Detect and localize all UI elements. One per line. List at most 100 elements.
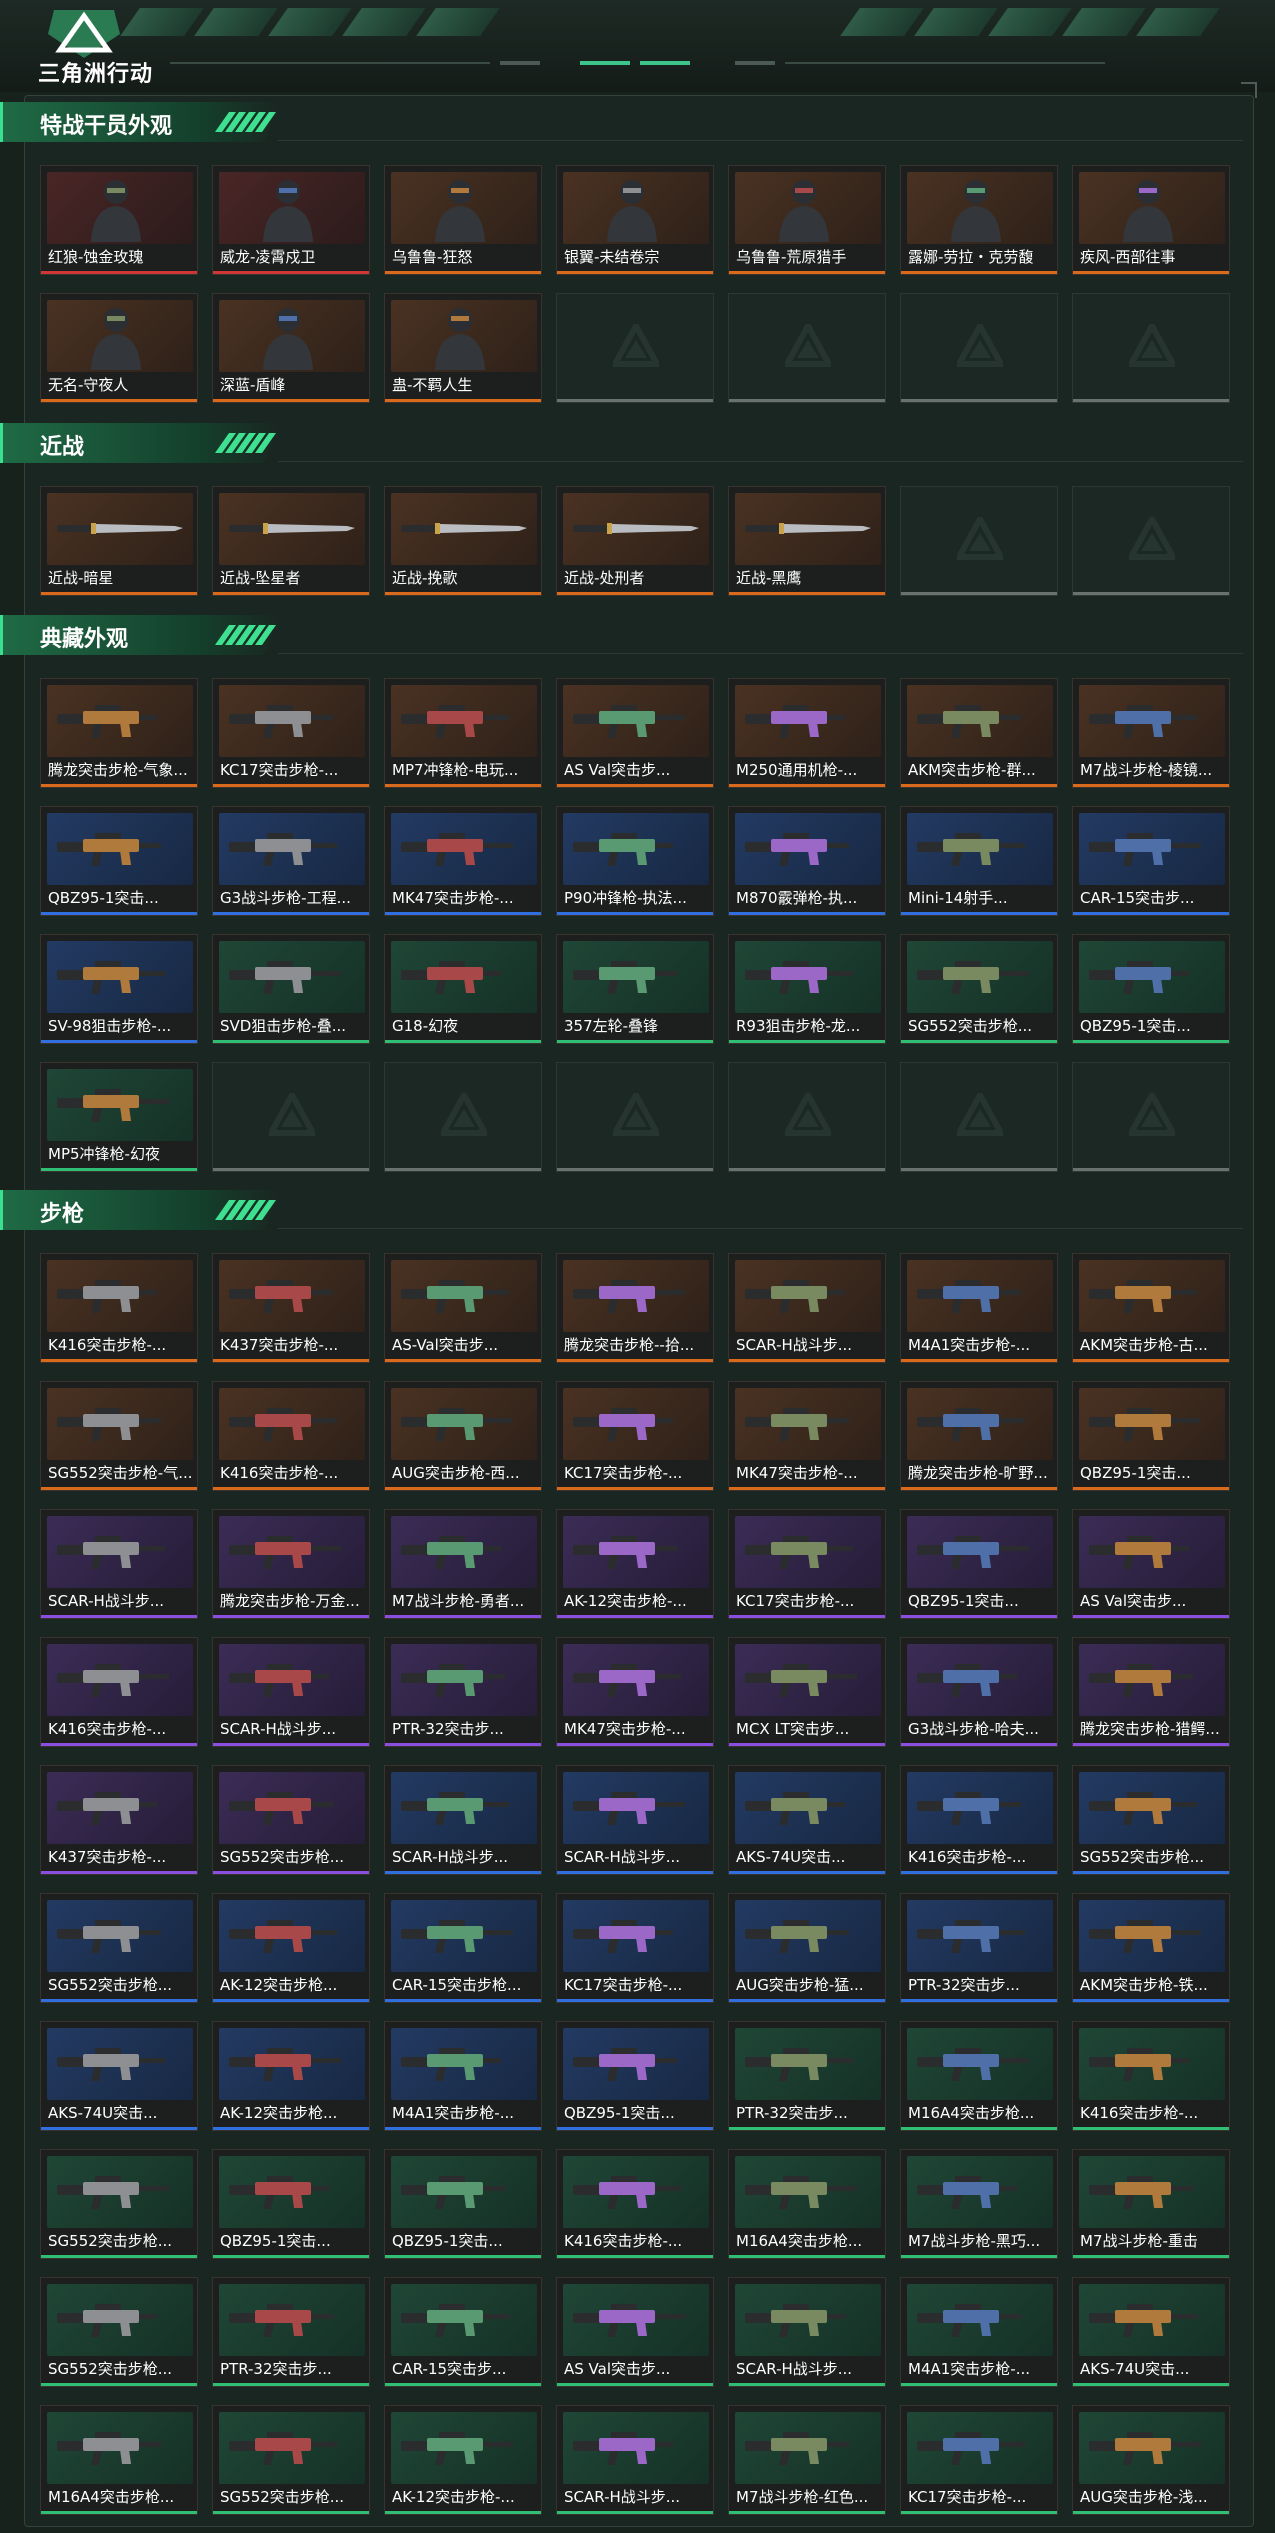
skin-card[interactable]: PTR-32突击步... — [728, 2021, 886, 2131]
skin-card[interactable]: QBZ95-1突击... — [40, 806, 198, 916]
skin-card[interactable]: MP5冲锋枪-幻夜 — [40, 1062, 198, 1172]
skin-card[interactable]: AK-12突击步枪... — [212, 1893, 370, 2003]
skin-card[interactable]: QBZ95-1突击... — [1072, 1381, 1230, 1491]
skin-card[interactable]: 深蓝-盾峰 — [212, 293, 370, 403]
skin-card[interactable]: K416突击步枪-... — [1072, 2021, 1230, 2131]
skin-card[interactable]: M7战斗步枪-棱镜... — [1072, 678, 1230, 788]
skin-card[interactable]: AUG突击步枪-浅... — [1072, 2405, 1230, 2515]
skin-card[interactable]: K416突击步枪-... — [40, 1253, 198, 1363]
skin-card[interactable]: K416突击步枪-... — [212, 1381, 370, 1491]
skin-card[interactable]: K416突击步枪-... — [900, 1765, 1058, 1875]
skin-card[interactable]: K416突击步枪-... — [556, 2149, 714, 2259]
skin-card[interactable]: AUG突击步枪-猛... — [728, 1893, 886, 2003]
skin-card[interactable]: SG552突击步枪... — [40, 1893, 198, 2003]
skin-card[interactable]: 近战-挽歌 — [384, 486, 542, 596]
skin-card[interactable]: 腾龙突击步枪-旷野... — [900, 1381, 1058, 1491]
skin-card[interactable]: Mini-14射手... — [900, 806, 1058, 916]
skin-card[interactable]: M870霰弹枪-执... — [728, 806, 886, 916]
skin-card[interactable]: CAR-15突击步... — [1072, 806, 1230, 916]
skin-card[interactable]: AK-12突击步枪... — [212, 2021, 370, 2131]
skin-card[interactable]: SCAR-H战斗步... — [384, 1765, 542, 1875]
skin-card[interactable]: SG552突击步枪-气... — [40, 1381, 198, 1491]
skin-card[interactable]: 露娜-劳拉・克劳馥 — [900, 165, 1058, 275]
skin-card[interactable]: SCAR-H战斗步... — [556, 2405, 714, 2515]
skin-card[interactable]: M4A1突击步枪-... — [384, 2021, 542, 2131]
skin-card[interactable]: AKS-74U突击... — [40, 2021, 198, 2131]
skin-card[interactable]: 357左轮-叠锋 — [556, 934, 714, 1044]
skin-card[interactable]: AK-12突击步枪-... — [556, 1509, 714, 1619]
skin-card[interactable]: 近战-黑鹰 — [728, 486, 886, 596]
skin-card[interactable]: G3战斗步枪-工程... — [212, 806, 370, 916]
skin-card[interactable]: M7战斗步枪-红色... — [728, 2405, 886, 2515]
skin-card[interactable]: SCAR-H战斗步... — [728, 2277, 886, 2387]
skin-card[interactable]: 乌鲁鲁-荒原猎手 — [728, 165, 886, 275]
skin-card[interactable]: KC17突击步枪-... — [900, 2405, 1058, 2515]
skin-card[interactable]: AUG突击步枪-西... — [384, 1381, 542, 1491]
skin-card[interactable]: SV-98狙击步枪-... — [40, 934, 198, 1044]
skin-card[interactable]: 腾龙突击步枪-气象... — [40, 678, 198, 788]
skin-card[interactable]: 红狼-蚀金玫瑰 — [40, 165, 198, 275]
skin-card[interactable]: CAR-15突击步枪... — [384, 1893, 542, 2003]
skin-card[interactable]: AS Val突击步... — [1072, 1509, 1230, 1619]
skin-card[interactable]: SCAR-H战斗步... — [556, 1765, 714, 1875]
skin-card[interactable]: AK-12突击步枪-... — [384, 2405, 542, 2515]
skin-card[interactable]: KC17突击步枪-... — [556, 1381, 714, 1491]
skin-card[interactable]: 蛊-不羁人生 — [384, 293, 542, 403]
skin-card[interactable]: M7战斗步枪-重击 — [1072, 2149, 1230, 2259]
skin-card[interactable]: M16A4突击步枪... — [40, 2405, 198, 2515]
skin-card[interactable]: MK47突击步枪-... — [384, 806, 542, 916]
skin-card[interactable]: 银翼-未结卷宗 — [556, 165, 714, 275]
skin-card[interactable]: SG552突击步枪... — [212, 1765, 370, 1875]
skin-card[interactable]: AS Val突击步... — [556, 678, 714, 788]
skin-card[interactable]: MP7冲锋枪-电玩... — [384, 678, 542, 788]
skin-card[interactable]: AKM突击步枪-古... — [1072, 1253, 1230, 1363]
skin-card[interactable]: AS Val突击步... — [556, 2277, 714, 2387]
skin-card[interactable]: QBZ95-1突击... — [384, 2149, 542, 2259]
skin-card[interactable]: M16A4突击步枪... — [900, 2021, 1058, 2131]
skin-card[interactable]: SG552突击步枪... — [900, 934, 1058, 1044]
skin-card[interactable]: M250通用机枪-... — [728, 678, 886, 788]
skin-card[interactable]: 腾龙突击步枪-猎鳄... — [1072, 1637, 1230, 1747]
skin-card[interactable]: SG552突击步枪... — [212, 2405, 370, 2515]
skin-card[interactable]: SG552突击步枪... — [40, 2277, 198, 2387]
skin-card[interactable]: SCAR-H战斗步... — [212, 1637, 370, 1747]
skin-card[interactable]: 近战-暗星 — [40, 486, 198, 596]
skin-card[interactable]: M7战斗步枪-勇者... — [384, 1509, 542, 1619]
skin-card[interactable]: M4A1突击步枪-... — [900, 1253, 1058, 1363]
skin-card[interactable]: 近战-处刑者 — [556, 486, 714, 596]
skin-card[interactable]: KC17突击步枪-... — [728, 1509, 886, 1619]
skin-card[interactable]: M16A4突击步枪... — [728, 2149, 886, 2259]
skin-card[interactable]: AKS-74U突击... — [728, 1765, 886, 1875]
skin-card[interactable]: PTR-32突击步... — [900, 1893, 1058, 2003]
skin-card[interactable]: 威龙-凌霄戍卫 — [212, 165, 370, 275]
skin-card[interactable]: SCAR-H战斗步... — [40, 1509, 198, 1619]
skin-card[interactable]: QBZ95-1突击... — [1072, 934, 1230, 1044]
skin-card[interactable]: QBZ95-1突击... — [212, 2149, 370, 2259]
skin-card[interactable]: SG552突击步枪... — [40, 2149, 198, 2259]
skin-card[interactable]: K437突击步枪-... — [212, 1253, 370, 1363]
skin-card[interactable]: 腾龙突击步枪-万金... — [212, 1509, 370, 1619]
skin-card[interactable]: MK47突击步枪-... — [728, 1381, 886, 1491]
skin-card[interactable]: QBZ95-1突击... — [556, 2021, 714, 2131]
skin-card[interactable]: 无名-守夜人 — [40, 293, 198, 403]
skin-card[interactable]: KC17突击步枪-... — [556, 1893, 714, 2003]
skin-card[interactable]: MCX LT突击步... — [728, 1637, 886, 1747]
skin-card[interactable]: R93狙击步枪-龙... — [728, 934, 886, 1044]
skin-card[interactable]: AKS-74U突击... — [1072, 2277, 1230, 2387]
skin-card[interactable]: K437突击步枪-... — [40, 1765, 198, 1875]
skin-card[interactable]: MK47突击步枪-... — [556, 1637, 714, 1747]
skin-card[interactable]: 乌鲁鲁-狂怒 — [384, 165, 542, 275]
skin-card[interactable]: SG552突击步枪... — [1072, 1765, 1230, 1875]
skin-card[interactable]: SVD狙击步枪-叠... — [212, 934, 370, 1044]
skin-card[interactable]: QBZ95-1突击... — [900, 1509, 1058, 1619]
skin-card[interactable]: 近战-坠星者 — [212, 486, 370, 596]
skin-card[interactable]: AKM突击步枪-群... — [900, 678, 1058, 788]
skin-card[interactable]: KC17突击步枪-... — [212, 678, 370, 788]
skin-card[interactable]: K416突击步枪-... — [40, 1637, 198, 1747]
skin-card[interactable]: SCAR-H战斗步... — [728, 1253, 886, 1363]
skin-card[interactable]: M7战斗步枪-黑巧... — [900, 2149, 1058, 2259]
skin-card[interactable]: P90冲锋枪-执法... — [556, 806, 714, 916]
skin-card[interactable]: AKM突击步枪-铁... — [1072, 1893, 1230, 2003]
skin-card[interactable]: PTR-32突击步... — [212, 2277, 370, 2387]
skin-card[interactable]: 腾龙突击步枪--拾... — [556, 1253, 714, 1363]
